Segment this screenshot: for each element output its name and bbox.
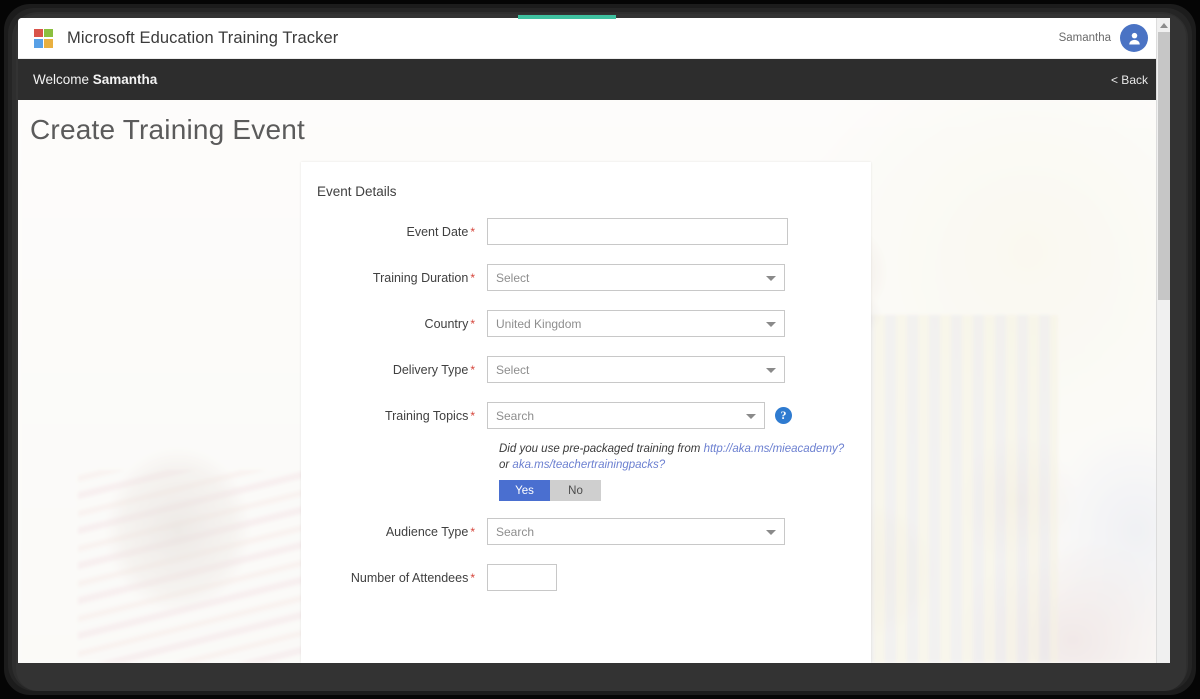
label-audience-type-text: Audience Type <box>385 525 469 539</box>
prepack-text-2: or <box>499 459 513 471</box>
label-training-topics: Training Topics * <box>301 402 487 423</box>
field-row-country: Country * United Kingdom <box>301 310 871 337</box>
welcome-bar: Welcome Samantha < Back <box>18 59 1170 100</box>
chevron-down-icon <box>746 413 756 419</box>
field-row-audience-type: Audience Type * Search <box>301 518 871 545</box>
teachertrainingpacks-link[interactable]: aka.ms/teachertrainingpacks? <box>512 459 665 471</box>
browser-screen: Microsoft Education Training Tracker Sam… <box>18 18 1170 663</box>
training-duration-select[interactable]: Select <box>487 264 785 291</box>
label-country-text: Country <box>424 317 469 331</box>
field-row-number-of-attendees: Number of Attendees * <box>301 564 871 591</box>
label-event-date: Event Date * <box>301 218 487 239</box>
microsoft-logo-icon <box>34 28 53 48</box>
prepackaged-no-button[interactable]: No <box>550 480 601 501</box>
control-event-date <box>487 218 788 245</box>
welcome-name: Samantha <box>92 72 158 87</box>
label-number-of-attendees: Number of Attendees * <box>301 564 487 585</box>
question-mark-help-icon[interactable]: ? <box>775 407 792 424</box>
control-training-duration: Select <box>487 264 785 291</box>
delivery-type-value: Select <box>496 362 530 377</box>
label-event-date-text: Event Date <box>406 225 469 239</box>
label-number-of-attendees-text: Number of Attendees <box>350 571 469 585</box>
prepackaged-yes-button[interactable]: Yes <box>499 480 550 501</box>
prepack-text-1: Did you use pre-packaged training from <box>499 443 704 455</box>
country-value: United Kingdom <box>496 316 582 331</box>
app-title: Microsoft Education Training Tracker <box>67 28 339 47</box>
control-training-topics: Search ? <box>487 402 792 429</box>
hero-section: Create Training Event Event Details Even… <box>18 100 1170 663</box>
control-country: United Kingdom <box>487 310 785 337</box>
required-marker-event-date: * <box>470 225 475 239</box>
chevron-down-icon <box>766 367 776 373</box>
prepackaged-training-question-block: Did you use pre-packaged training from h… <box>499 441 849 501</box>
label-training-topics-text: Training Topics <box>384 409 469 423</box>
page-title: Create Training Event <box>30 114 306 145</box>
training-topics-value: Search <box>496 408 535 423</box>
number-of-attendees-input[interactable] <box>487 564 557 591</box>
training-duration-value: Select <box>496 270 530 285</box>
device-bezel: Microsoft Education Training Tracker Sam… <box>0 0 1200 699</box>
country-select[interactable]: United Kingdom <box>487 310 785 337</box>
label-country: Country * <box>301 310 487 331</box>
field-row-training-topics: Training Topics * Search ? <box>301 402 871 429</box>
vertical-scrollbar-track[interactable] <box>1156 18 1170 663</box>
header-username: Samantha <box>1058 32 1111 44</box>
control-delivery-type: Select <box>487 356 785 383</box>
mieacademy-link[interactable]: http://aka.ms/mieacademy? <box>704 443 845 455</box>
field-row-event-date: Event Date * <box>301 218 871 245</box>
app-header: Microsoft Education Training Tracker Sam… <box>18 18 1170 59</box>
top-accent-stripe <box>518 15 616 19</box>
required-marker-delivery-type: * <box>470 363 475 377</box>
required-marker-audience-type: * <box>470 525 475 539</box>
chevron-down-icon <box>766 529 776 535</box>
delivery-type-select[interactable]: Select <box>487 356 785 383</box>
prepackaged-yes-no-toggle: Yes No <box>499 480 849 501</box>
field-row-training-duration: Training Duration * Select <box>301 264 871 291</box>
field-row-delivery-type: Delivery Type * Select <box>301 356 871 383</box>
label-audience-type: Audience Type * <box>301 518 487 539</box>
scroll-up-arrow-icon[interactable] <box>1159 23 1168 28</box>
required-marker-training-duration: * <box>470 271 475 285</box>
required-marker-training-topics: * <box>470 409 475 423</box>
event-details-form-panel: Event Details Event Date * Training Durat… <box>301 162 871 663</box>
training-topics-search-select[interactable]: Search <box>487 402 765 429</box>
chevron-down-icon <box>766 321 776 327</box>
welcome-greeting: Welcome Samantha <box>33 72 157 87</box>
prepackaged-question-text: Did you use pre-packaged training from h… <box>499 441 849 473</box>
audience-type-value: Search <box>496 524 535 539</box>
welcome-prefix: Welcome <box>33 72 93 87</box>
event-date-input[interactable] <box>487 218 788 245</box>
label-training-duration-text: Training Duration <box>372 271 469 285</box>
panel-heading: Event Details <box>317 184 397 199</box>
label-delivery-type-text: Delivery Type <box>392 363 469 377</box>
header-user-area: Samantha <box>1059 24 1170 52</box>
audience-type-search-select[interactable]: Search <box>487 518 785 545</box>
required-marker-number-of-attendees: * <box>470 571 475 585</box>
required-marker-country: * <box>470 317 475 331</box>
chevron-down-icon <box>766 275 776 281</box>
control-audience-type: Search <box>487 518 785 545</box>
user-avatar-icon[interactable] <box>1120 24 1148 52</box>
label-training-duration: Training Duration * <box>301 264 487 285</box>
vertical-scrollbar-thumb[interactable] <box>1158 32 1170 300</box>
control-number-of-attendees <box>487 564 557 591</box>
label-delivery-type: Delivery Type * <box>301 356 487 377</box>
